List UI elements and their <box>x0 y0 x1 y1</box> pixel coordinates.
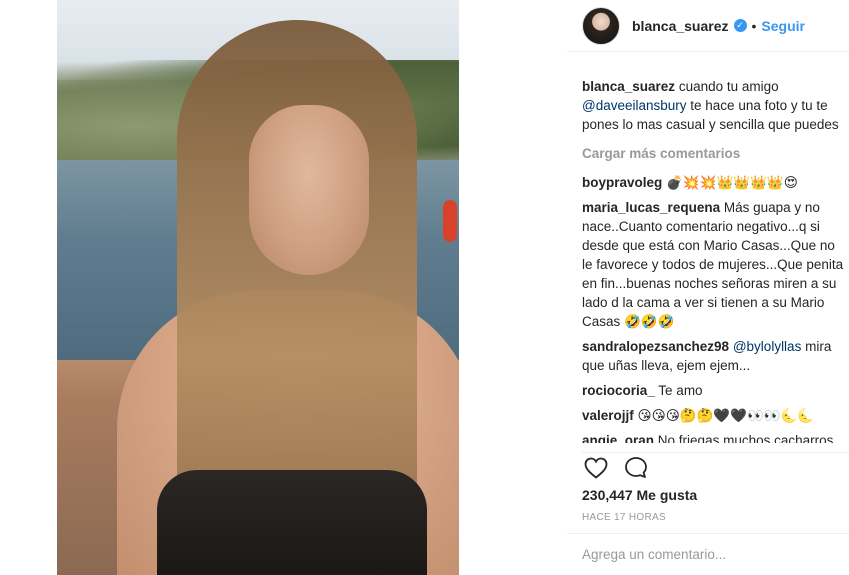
comment-username[interactable]: rociocoria_ <box>582 383 655 398</box>
post-photo <box>57 0 459 575</box>
header-separator: • <box>751 17 757 34</box>
header-username[interactable]: blanca_suarez <box>632 18 729 34</box>
photo-buoy <box>443 200 457 242</box>
comment-item: boypravoleg 💣💥💥👑👑👑👑😍 <box>582 173 849 192</box>
comment-item: rociocoria_ Te amo <box>582 381 849 400</box>
likes-count[interactable]: 230,447 Me gusta <box>582 487 697 503</box>
comment-username[interactable]: sandralopezsanchez98 <box>582 339 729 354</box>
comment-text: No friegas muchos cacharros. <box>657 433 838 443</box>
comment-username[interactable]: maria_lucas_requena <box>582 200 720 215</box>
comments-list[interactable]: blanca_suarez cuando tu amigo @daveeilan… <box>582 77 849 443</box>
comment-mention[interactable]: @bylolyllas <box>733 339 801 354</box>
add-comment-bar <box>567 533 849 575</box>
post-actions <box>582 452 849 482</box>
comment-item: sandralopezsanchez98 @bylolyllas mira qu… <box>582 337 849 375</box>
load-more-comments-button[interactable]: Cargar más comentarios <box>582 144 849 163</box>
photo-face <box>249 105 369 275</box>
comment-username[interactable]: valerojjf <box>582 408 634 423</box>
comment-text: Te amo <box>658 383 703 398</box>
post-side-panel: blanca_suarez ✓ • Seguir blanca_suarez c… <box>567 0 849 575</box>
avatar[interactable] <box>582 6 620 45</box>
comment-username[interactable]: boypravoleg <box>582 175 662 190</box>
post-timestamp: HACE 17 HORAS <box>582 512 666 523</box>
comment-username[interactable]: angie_oran <box>582 433 654 443</box>
verified-badge-icon: ✓ <box>733 19 747 32</box>
caption: blanca_suarez cuando tu amigo @daveeilan… <box>582 77 849 134</box>
add-comment-input[interactable] <box>582 547 832 562</box>
comment-item: angie_oran No friegas muchos cacharros. <box>582 431 849 443</box>
comment-icon[interactable] <box>622 454 650 482</box>
comment-text: Más guapa y no nace..Cuanto comentario n… <box>582 200 844 329</box>
caption-text-before: cuando tu amigo <box>678 79 779 94</box>
comment-item: maria_lucas_requena Más guapa y no nace.… <box>582 198 849 331</box>
photo-bikini <box>157 470 427 575</box>
heart-icon[interactable] <box>582 454 610 482</box>
caption-mention[interactable]: @daveeilansbury <box>582 98 687 113</box>
comment-text: 💣💥💥👑👑👑👑😍 <box>666 175 798 190</box>
comment-text: 😘😘😘🤔🤔🖤🖤👀👀🌜🌜 <box>637 408 815 423</box>
follow-button[interactable]: Seguir <box>761 18 805 34</box>
caption-username[interactable]: blanca_suarez <box>582 79 675 94</box>
post-header: blanca_suarez ✓ • Seguir <box>567 0 849 52</box>
comment-item: valerojjf 😘😘😘🤔🤔🖤🖤👀👀🌜🌜 <box>582 406 849 425</box>
